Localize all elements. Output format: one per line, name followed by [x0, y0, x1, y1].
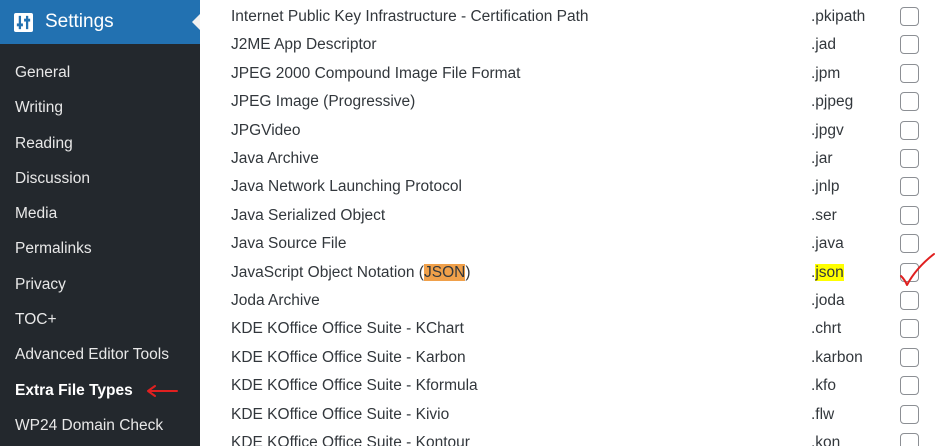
table-row: Java Network Launching Protocol .jnlp [200, 172, 952, 200]
file-type-checkbox[interactable] [900, 291, 919, 310]
file-type-name: Java Archive [231, 150, 319, 167]
file-type-checkbox[interactable] [900, 63, 919, 83]
file-type-extension: .pjpeg [811, 93, 854, 111]
file-type-extension: .joda [811, 292, 845, 309]
sidebar-item-label: TOC+ [15, 311, 57, 329]
settings-sliders-icon [14, 13, 33, 32]
table-row: KDE KOffice Office Suite - Kivio .flw [200, 400, 952, 428]
sidebar-item-reading[interactable]: Reading [0, 126, 200, 161]
file-type-name: J2ME App Descriptor [231, 36, 377, 54]
table-row: KDE KOffice Office Suite - Karbon .karbo… [200, 343, 952, 371]
file-type-extension: .chrt [811, 320, 842, 338]
file-type-extension: .json [811, 263, 844, 283]
table-row: KDE KOffice Office Suite - Kformula .kfo [200, 371, 952, 399]
file-type-name: Joda Archive [231, 292, 320, 309]
file-type-name: KDE KOffice Office Suite - Kformula [231, 377, 478, 395]
sidebar-item-label: Reading [15, 134, 73, 152]
sidebar-item-extra-file-types[interactable]: Extra File Types [0, 373, 200, 408]
file-type-extension: .jar [811, 150, 833, 167]
file-type-extension: .ser [811, 206, 837, 224]
sidebar-item-label: Extra File Types [15, 381, 133, 399]
file-type-checkbox[interactable] [900, 120, 919, 140]
settings-submenu: General Writing Reading Discussion Media… [0, 55, 200, 443]
file-type-name: KDE KOffice Office Suite - Kontour [231, 434, 470, 446]
table-row: KDE KOffice Office Suite - KChart .chrt [200, 314, 952, 342]
admin-sidebar: Settings General Writing Reading Discuss… [0, 0, 200, 446]
file-types-list: Internet Public Key Infrastructure - Cer… [200, 0, 952, 446]
sidebar-item-discussion[interactable]: Discussion [0, 161, 200, 196]
file-type-name: KDE KOffice Office Suite - KChart [231, 320, 464, 338]
file-type-extension: .jpm [811, 64, 841, 82]
file-type-checkbox[interactable] [900, 35, 919, 55]
file-type-checkbox[interactable] [900, 177, 919, 197]
file-type-name: Java Serialized Object [231, 206, 386, 224]
file-type-name: JPEG Image (Progressive) [231, 93, 416, 111]
file-type-extension: .java [811, 235, 844, 253]
settings-title: Settings [45, 11, 114, 32]
table-row: JPEG Image (Progressive) .pjpeg [200, 87, 952, 115]
sidebar-item-media[interactable]: Media [0, 196, 200, 231]
settings-menu-header[interactable]: Settings [0, 0, 200, 44]
file-type-extension: .pkipath [811, 8, 866, 25]
file-type-extension: .flw [811, 405, 835, 423]
json-highlight: JSON [423, 263, 466, 281]
sidebar-item-label: Media [15, 205, 58, 223]
table-row: Java Serialized Object .ser [200, 201, 952, 229]
file-type-extension: .kfo [811, 377, 836, 395]
file-type-name: Java Network Launching Protocol [231, 178, 462, 196]
table-row: Java Archive .jar [200, 144, 952, 172]
file-type-name: KDE KOffice Office Suite - Kivio [231, 405, 450, 423]
extension-highlight: json [815, 263, 844, 281]
sidebar-item-label: Advanced Editor Tools [15, 346, 169, 364]
sidebar-item-label: Discussion [15, 169, 90, 187]
sidebar-item-wp24-domain-check[interactable]: WP24 Domain Check [0, 408, 200, 443]
file-type-extension: .kon [811, 434, 841, 446]
table-row: JPGVideo .jpgv [200, 116, 952, 144]
sidebar-item-label: General [15, 64, 71, 81]
sidebar-item-privacy[interactable]: Privacy [0, 267, 200, 302]
annotation-arrow-icon [147, 384, 178, 397]
file-type-checkbox[interactable] [900, 347, 919, 367]
file-type-checkbox[interactable] [900, 205, 919, 225]
handdrawn-checkmark-icon [900, 252, 935, 286]
sidebar-item-advanced-editor-tools[interactable]: Advanced Editor Tools [0, 337, 200, 372]
file-type-name: JPGVideo [231, 121, 301, 139]
file-type-extension: .jpgv [811, 121, 844, 139]
file-type-checkbox[interactable] [900, 404, 919, 424]
file-type-checkbox[interactable] [900, 7, 919, 26]
table-row-json: JavaScript Object Notation (JSON) .json [200, 252, 952, 286]
file-type-extension: .karbon [811, 348, 863, 366]
file-type-checkbox[interactable] [900, 92, 919, 112]
sidebar-item-label: WP24 Domain Check [15, 416, 164, 434]
file-type-name-suffix: ) [465, 263, 471, 281]
file-type-extension: .jnlp [811, 178, 840, 196]
table-row: JPEG 2000 Compound Image File Format .jp… [200, 59, 952, 87]
table-row: Joda Archive .joda [200, 286, 952, 314]
file-type-checkbox[interactable] [900, 319, 919, 339]
sidebar-item-label: Privacy [15, 275, 66, 293]
file-type-name-prefix: JavaScript Object Notation ( [231, 263, 424, 281]
file-type-checkbox[interactable] [900, 149, 919, 168]
file-type-checkbox[interactable] [900, 376, 919, 396]
sidebar-item-writing[interactable]: Writing [0, 90, 200, 125]
table-row: Java Source File .java [200, 229, 952, 257]
current-menu-arrow [192, 14, 200, 30]
table-row: Internet Public Key Infrastructure - Cer… [200, 2, 952, 30]
file-type-name: JPEG 2000 Compound Image File Format [231, 64, 521, 82]
table-row: KDE KOffice Office Suite - Kontour .kon [200, 428, 952, 446]
file-type-name: JavaScript Object Notation (JSON) [231, 263, 471, 283]
sidebar-item-permalinks[interactable]: Permalinks [0, 231, 200, 266]
sidebar-item-label: Permalinks [15, 240, 92, 258]
file-type-extension: .jad [811, 36, 836, 54]
sidebar-item-label: Writing [15, 99, 63, 117]
sidebar-item-toc-plus[interactable]: TOC+ [0, 302, 200, 337]
sidebar-item-general[interactable]: General [0, 55, 200, 90]
file-type-name: KDE KOffice Office Suite - Karbon [231, 348, 466, 366]
file-type-name: Java Source File [231, 235, 347, 253]
file-type-checkbox[interactable] [900, 433, 919, 446]
table-row: J2ME App Descriptor .jad [200, 30, 952, 58]
file-type-name: Internet Public Key Infrastructure - Cer… [231, 8, 589, 25]
